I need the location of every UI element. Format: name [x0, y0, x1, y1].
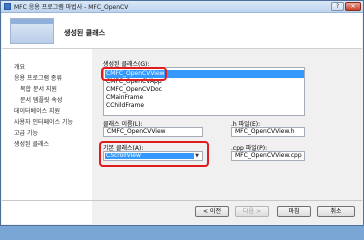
prev-button[interactable]: < 이전	[195, 206, 229, 217]
cpp-file-field[interactable]: MFC_OpenCVView.cpp	[231, 151, 305, 161]
cancel-button[interactable]: 취소	[317, 206, 355, 217]
wizard-illustration-icon	[10, 18, 54, 44]
next-button[interactable]: 다음 >	[235, 206, 269, 217]
app-icon	[4, 3, 11, 10]
nav-item-overview[interactable]: 개요	[14, 62, 25, 71]
base-class-value: CScrollView	[105, 153, 194, 159]
help-button[interactable]: ?	[331, 2, 344, 11]
wizard-window: MFC 응용 프로그램 마법사 - MFC_OpenCV ? ✕ 생성된 클래스…	[0, 0, 364, 226]
nav-item-advanced[interactable]: 고급 기능	[14, 128, 38, 137]
footer-divider	[2, 200, 362, 201]
nav-item-doc-template[interactable]: 문서 템플릿 속성	[20, 95, 62, 104]
nav-item-compound-doc[interactable]: 복합 문서 지원	[20, 84, 57, 93]
list-item[interactable]: CMainFrame	[106, 94, 143, 101]
class-name-field[interactable]: CMFC_OpenCVView	[103, 127, 203, 137]
nav-item-app-type[interactable]: 응용 프로그램 종류	[14, 73, 62, 82]
list-item[interactable]: CMFC_OpenCVView	[105, 70, 304, 78]
header-banner: 생성된 클래스	[2, 13, 362, 49]
nav-item-ui-features[interactable]: 사용자 인터페이스 기능	[14, 117, 73, 126]
nav-item-database[interactable]: 데이터베이스 지원	[14, 106, 60, 115]
finish-button[interactable]: 마침	[277, 206, 311, 217]
wizard-nav: 개요 응용 프로그램 종류 복합 문서 지원 문서 템플릿 속성 데이터베이스 …	[2, 49, 92, 224]
h-file-field[interactable]: MFC_OpenCVView.h	[231, 127, 305, 137]
list-item[interactable]: CMFC_OpenCVDoc	[106, 86, 162, 93]
window-title: MFC 응용 프로그램 마법사 - MFC_OpenCV	[14, 4, 129, 11]
base-class-combo[interactable]: CScrollView ▼	[103, 151, 203, 161]
nav-item-generated-classes[interactable]: 생성된 클래스	[14, 139, 49, 148]
close-button[interactable]: ✕	[345, 2, 361, 11]
title-bar[interactable]: MFC 응용 프로그램 마법사 - MFC_OpenCV ? ✕	[1, 1, 363, 13]
page-title: 생성된 클래스	[64, 29, 106, 37]
chevron-down-icon[interactable]: ▼	[193, 153, 201, 159]
classes-listbox[interactable]: CMFC_OpenCVView CMFC_OpenCVApp CMFC_Open…	[103, 67, 305, 116]
list-item[interactable]: CChildFrame	[106, 102, 144, 109]
list-item[interactable]: CMFC_OpenCVApp	[106, 78, 162, 85]
